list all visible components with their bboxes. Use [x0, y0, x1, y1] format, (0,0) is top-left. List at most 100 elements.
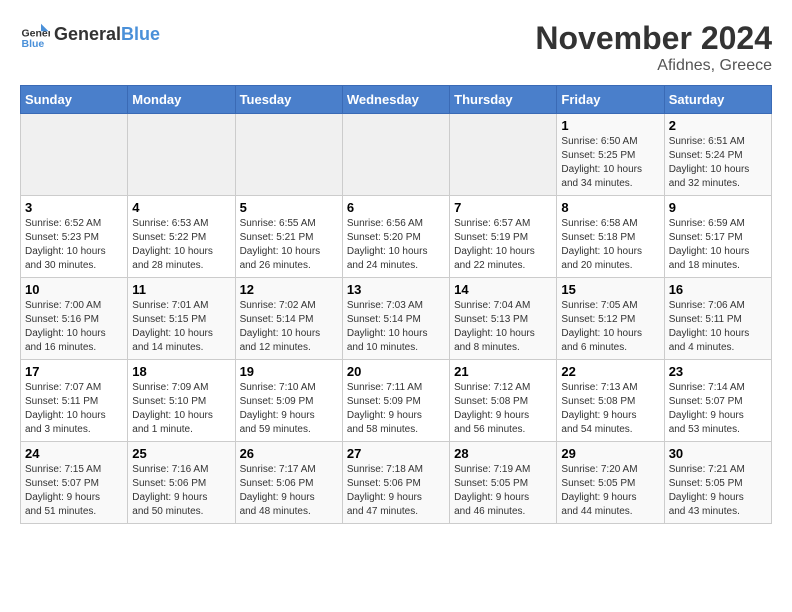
calendar-cell: 25 Sunrise: 7:16 AM Sunset: 5:06 PM Dayli… — [128, 442, 235, 524]
logo-icon: General Blue — [20, 20, 50, 50]
day-info: Sunrise: 7:13 AM Sunset: 5:08 PM Dayligh… — [561, 381, 659, 437]
calendar-cell: 19 Sunrise: 7:10 AM Sunset: 5:09 PM Dayli… — [235, 360, 342, 442]
day-number: 10 — [25, 282, 123, 297]
day-number: 24 — [25, 446, 123, 461]
logo-text: GeneralBlue — [54, 25, 160, 45]
day-info: Sunrise: 7:03 AM Sunset: 5:14 PM Dayligh… — [347, 299, 445, 355]
day-number: 28 — [454, 446, 552, 461]
calendar-cell: 14 Sunrise: 7:04 AM Sunset: 5:13 PM Dayli… — [450, 278, 557, 360]
day-number: 14 — [454, 282, 552, 297]
calendar-cell: 18 Sunrise: 7:09 AM Sunset: 5:10 PM Dayli… — [128, 360, 235, 442]
day-info: Sunrise: 7:01 AM Sunset: 5:15 PM Dayligh… — [132, 299, 230, 355]
header: General Blue GeneralBlue November 2024 A… — [20, 20, 772, 75]
calendar-cell — [342, 114, 449, 196]
calendar-cell — [450, 114, 557, 196]
calendar-cell: 3 Sunrise: 6:52 AM Sunset: 5:23 PM Daylig… — [21, 196, 128, 278]
day-info: Sunrise: 7:15 AM Sunset: 5:07 PM Dayligh… — [25, 463, 123, 519]
svg-text:Blue: Blue — [22, 38, 45, 50]
weekday-header-tuesday: Tuesday — [235, 86, 342, 114]
day-info: Sunrise: 7:16 AM Sunset: 5:06 PM Dayligh… — [132, 463, 230, 519]
title-area: November 2024 Afidnes, Greece — [535, 20, 772, 75]
calendar-cell: 30 Sunrise: 7:21 AM Sunset: 5:05 PM Dayli… — [664, 442, 771, 524]
weekday-header-saturday: Saturday — [664, 86, 771, 114]
calendar-cell: 4 Sunrise: 6:53 AM Sunset: 5:22 PM Daylig… — [128, 196, 235, 278]
day-info: Sunrise: 7:14 AM Sunset: 5:07 PM Dayligh… — [669, 381, 767, 437]
day-number: 27 — [347, 446, 445, 461]
calendar-week-row: 24 Sunrise: 7:15 AM Sunset: 5:07 PM Dayli… — [21, 442, 772, 524]
day-info: Sunrise: 7:21 AM Sunset: 5:05 PM Dayligh… — [669, 463, 767, 519]
calendar-cell: 20 Sunrise: 7:11 AM Sunset: 5:09 PM Dayli… — [342, 360, 449, 442]
calendar-cell: 24 Sunrise: 7:15 AM Sunset: 5:07 PM Dayli… — [21, 442, 128, 524]
day-number: 2 — [669, 118, 767, 133]
day-number: 17 — [25, 364, 123, 379]
calendar-cell: 10Sunrise: 7:00 AM Sunset: 5:16 PM Dayli… — [21, 278, 128, 360]
day-info: Sunrise: 6:51 AM Sunset: 5:24 PM Dayligh… — [669, 135, 767, 191]
day-info: Sunrise: 6:56 AM Sunset: 5:20 PM Dayligh… — [347, 217, 445, 273]
day-info: Sunrise: 7:05 AM Sunset: 5:12 PM Dayligh… — [561, 299, 659, 355]
day-number: 11 — [132, 282, 230, 297]
day-number: 6 — [347, 200, 445, 215]
day-info: Sunrise: 7:11 AM Sunset: 5:09 PM Dayligh… — [347, 381, 445, 437]
calendar-week-row: 1Sunrise: 6:50 AM Sunset: 5:25 PM Daylig… — [21, 114, 772, 196]
day-number: 20 — [347, 364, 445, 379]
calendar-cell: 28 Sunrise: 7:19 AM Sunset: 5:05 PM Dayli… — [450, 442, 557, 524]
day-info: Sunrise: 6:53 AM Sunset: 5:22 PM Dayligh… — [132, 217, 230, 273]
day-info: Sunrise: 7:04 AM Sunset: 5:13 PM Dayligh… — [454, 299, 552, 355]
day-number: 19 — [240, 364, 338, 379]
day-info: Sunrise: 6:50 AM Sunset: 5:25 PM Dayligh… — [561, 135, 659, 191]
weekday-header-sunday: Sunday — [21, 86, 128, 114]
day-number: 4 — [132, 200, 230, 215]
day-info: Sunrise: 7:10 AM Sunset: 5:09 PM Dayligh… — [240, 381, 338, 437]
calendar-cell: 26Sunrise: 7:17 AM Sunset: 5:06 PM Dayli… — [235, 442, 342, 524]
calendar-cell: 9Sunrise: 6:59 AM Sunset: 5:17 PM Daylig… — [664, 196, 771, 278]
calendar-cell: 6 Sunrise: 6:56 AM Sunset: 5:20 PM Daylig… — [342, 196, 449, 278]
calendar-cell: 13Sunrise: 7:03 AM Sunset: 5:14 PM Dayli… — [342, 278, 449, 360]
weekday-header-wednesday: Wednesday — [342, 86, 449, 114]
calendar-cell: 5 Sunrise: 6:55 AM Sunset: 5:21 PM Daylig… — [235, 196, 342, 278]
calendar-cell: 16 Sunrise: 7:06 AM Sunset: 5:11 PM Dayli… — [664, 278, 771, 360]
day-number: 15 — [561, 282, 659, 297]
calendar-cell — [235, 114, 342, 196]
weekday-row: SundayMondayTuesdayWednesdayThursdayFrid… — [21, 86, 772, 114]
weekday-header-thursday: Thursday — [450, 86, 557, 114]
day-info: Sunrise: 7:02 AM Sunset: 5:14 PM Dayligh… — [240, 299, 338, 355]
weekday-header-friday: Friday — [557, 86, 664, 114]
day-number: 23 — [669, 364, 767, 379]
calendar-cell: 11 Sunrise: 7:01 AM Sunset: 5:15 PM Dayli… — [128, 278, 235, 360]
calendar-cell: 2 Sunrise: 6:51 AM Sunset: 5:24 PM Daylig… — [664, 114, 771, 196]
calendar-table: SundayMondayTuesdayWednesdayThursdayFrid… — [20, 85, 772, 524]
calendar-cell: 1Sunrise: 6:50 AM Sunset: 5:25 PM Daylig… — [557, 114, 664, 196]
day-info: Sunrise: 6:58 AM Sunset: 5:18 PM Dayligh… — [561, 217, 659, 273]
calendar-cell: 21Sunrise: 7:12 AM Sunset: 5:08 PM Dayli… — [450, 360, 557, 442]
day-number: 8 — [561, 200, 659, 215]
calendar-cell — [21, 114, 128, 196]
day-number: 25 — [132, 446, 230, 461]
day-info: Sunrise: 7:09 AM Sunset: 5:10 PM Dayligh… — [132, 381, 230, 437]
day-number: 12 — [240, 282, 338, 297]
calendar-cell — [128, 114, 235, 196]
day-number: 29 — [561, 446, 659, 461]
calendar-week-row: 3 Sunrise: 6:52 AM Sunset: 5:23 PM Daylig… — [21, 196, 772, 278]
day-info: Sunrise: 7:06 AM Sunset: 5:11 PM Dayligh… — [669, 299, 767, 355]
day-info: Sunrise: 6:57 AM Sunset: 5:19 PM Dayligh… — [454, 217, 552, 273]
day-number: 3 — [25, 200, 123, 215]
calendar-cell: 8 Sunrise: 6:58 AM Sunset: 5:18 PM Daylig… — [557, 196, 664, 278]
day-info: Sunrise: 7:18 AM Sunset: 5:06 PM Dayligh… — [347, 463, 445, 519]
day-info: Sunrise: 7:07 AM Sunset: 5:11 PM Dayligh… — [25, 381, 123, 437]
day-number: 18 — [132, 364, 230, 379]
day-number: 30 — [669, 446, 767, 461]
calendar-cell: 22 Sunrise: 7:13 AM Sunset: 5:08 PM Dayli… — [557, 360, 664, 442]
calendar-cell: 23 Sunrise: 7:14 AM Sunset: 5:07 PM Dayli… — [664, 360, 771, 442]
day-number: 5 — [240, 200, 338, 215]
day-number: 21 — [454, 364, 552, 379]
calendar-week-row: 17 Sunrise: 7:07 AM Sunset: 5:11 PM Dayli… — [21, 360, 772, 442]
day-info: Sunrise: 6:55 AM Sunset: 5:21 PM Dayligh… — [240, 217, 338, 273]
calendar-cell: 15 Sunrise: 7:05 AM Sunset: 5:12 PM Dayli… — [557, 278, 664, 360]
calendar-body: 1Sunrise: 6:50 AM Sunset: 5:25 PM Daylig… — [21, 114, 772, 524]
calendar-cell: 27 Sunrise: 7:18 AM Sunset: 5:06 PM Dayli… — [342, 442, 449, 524]
day-number: 22 — [561, 364, 659, 379]
day-info: Sunrise: 7:19 AM Sunset: 5:05 PM Dayligh… — [454, 463, 552, 519]
day-info: Sunrise: 6:52 AM Sunset: 5:23 PM Dayligh… — [25, 217, 123, 273]
month-title: November 2024 — [535, 20, 772, 57]
day-number: 16 — [669, 282, 767, 297]
